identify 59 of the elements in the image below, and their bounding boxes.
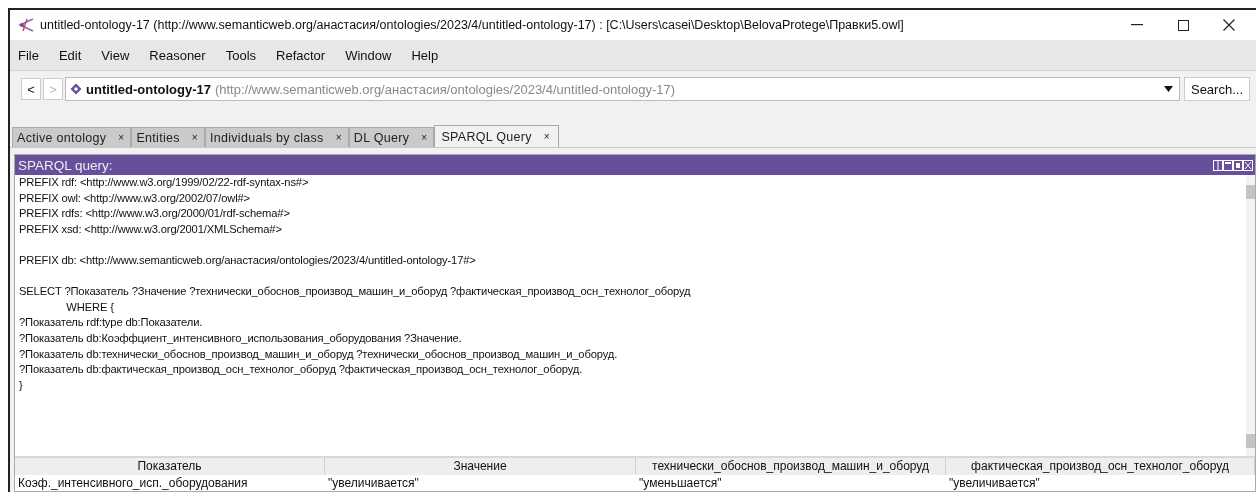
panel-title: SPARQL query: [18,157,114,173]
column-header[interactable]: фактическая_производ_осн_технолог_оборуд [946,458,1255,475]
tab[interactable]: SPARQL Query × [434,125,559,147]
table-cell-text: "увеличивается" [948,475,1041,491]
tab-close[interactable]: × [421,132,428,143]
column-header[interactable]: технически_обоснов_производ_машин_и_оборуд [636,458,946,475]
ontology-name: untitled-ontology-17 [86,81,211,97]
tab-close[interactable]: × [118,132,125,143]
view-controls-icon[interactable] [1213,159,1253,171]
query-line: } [19,377,24,393]
diamond-icon [70,83,82,95]
tab-close[interactable]: × [543,131,550,142]
tab[interactable]: Entities × [131,127,205,147]
tab[interactable]: DL Query × [348,127,435,147]
tab-label: DL Query [353,130,410,145]
back-button[interactable]: < [21,78,41,100]
scrollbar-thumb[interactable] [1246,185,1255,199]
maximize-icon[interactable] [1177,19,1189,31]
menu-item[interactable]: Edit [47,47,91,63]
ontology-address-field[interactable]: untitled-ontology-17 (http://www.semanticweb.org/анастасия/ontologies/2023/4/untitled-ontology-17) [65,77,1180,101]
table-cell-text: "уменьшается" [638,475,723,491]
column-header[interactable]: Показатель [15,458,325,475]
query-line: PREFIX rdfs: <http://www.w3.org/2000/01/rdf-schema#> [19,206,291,222]
tab[interactable]: Individuals by class × [204,127,349,147]
minimize-icon[interactable] [1131,24,1143,26]
menu-item[interactable]: Tools [214,47,266,63]
column-header[interactable]: Значение [325,458,636,475]
query-line: SELECT ?Показатель ?Значение ?технически_обоснов_производ_машин_и_оборуд ?фактическая_производ_осн_технолог_оборуд [19,284,692,300]
table-cell-text: Коэф._интенсивного_исп._оборудования [17,475,249,491]
query-line: WHERE { [65,299,115,315]
query-line: PREFIX owl: <http://www.w3.org/2002/07/owl#> [19,190,251,206]
query-line: ?Показатель db:фактическая_производ_осн_технолог_оборуд ?фактическая_производ_осн_технолог_оборуд. [19,362,584,378]
menu-item[interactable]: View [90,47,139,63]
query-line: PREFIX rdf: <http://www.w3.org/1999/02/22-rdf-syntax-ns#> [19,175,310,190]
query-line: PREFIX db: <http://www.semanticweb.org/анастасия/ontologies/2023/4/untitled-ontology-17#> [19,252,477,268]
tab[interactable]: Active ontology × [12,127,132,147]
query-line: PREFIX xsd: <http://www.w3.org/2001/XMLSchema#> [19,221,283,237]
query-line: ?Показатель db:Коэффциент_интенсивного_использования_оборудования ?Значение. [19,330,463,346]
ontology-iri: (http://www.semanticweb.org/анастасия/ontologies/2023/4/untitled-ontology-17) [214,81,677,97]
window-title: untitled-ontology-17 (http://www.semanticweb.org/анастасия/ontologies/2023/4/untitled-ontology-17) : [C:\Users\casei\Desktop\BelovaProtege\Правки5.owl] [40,18,905,32]
table-cell-text: "увеличивается" [327,475,420,491]
tab-label: Entities [136,130,180,145]
menu-item[interactable]: Window [334,47,401,63]
dropdown-caret-icon[interactable] [1163,86,1173,92]
menu-item[interactable]: Refactor [265,47,335,63]
search-button[interactable]: Search... [1183,77,1250,101]
close-icon[interactable] [1223,19,1235,31]
tab-close[interactable]: × [335,132,342,143]
tab-close[interactable]: × [191,132,198,143]
menu-item[interactable]: Reasoner [138,47,215,63]
menu-item[interactable]: File [16,47,48,63]
tab-label: SPARQL Query [441,129,532,144]
query-line: ?Показатель db:технически_обоснов_производ_машин_и_оборуд ?технически_обоснов_производ_машин_и_оборуд. [19,346,619,362]
scrollbar-thumb[interactable] [1246,434,1255,448]
menu-item[interactable]: Help [400,47,448,63]
tab-label: Individuals by class [209,130,324,145]
query-line: ?Показатель rdf:type db:Показатели. [19,315,204,331]
tab-label: Active ontology [17,130,107,145]
app-logo-icon [18,18,34,32]
